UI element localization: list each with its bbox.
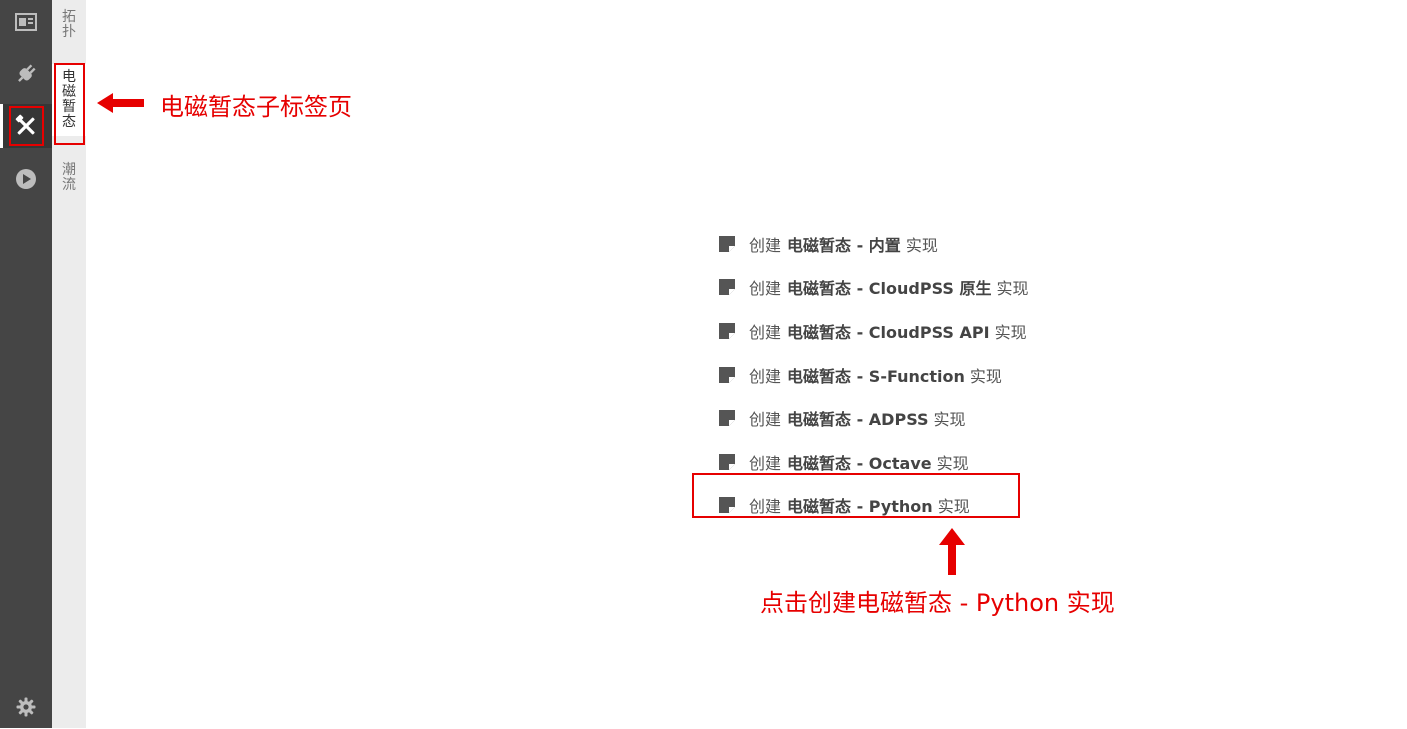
sidebar-plug-button[interactable] bbox=[0, 52, 52, 96]
play-icon bbox=[16, 169, 36, 189]
document-icon bbox=[719, 453, 735, 470]
subtab-char: 潮 bbox=[62, 162, 76, 178]
create-implementation-item[interactable]: 创建 电磁暂态 - S-Function 实现 bbox=[718, 353, 1029, 397]
create-implementation-item[interactable]: 创建 电磁暂态 - Octave 实现 bbox=[718, 440, 1029, 484]
layout-icon bbox=[15, 13, 37, 31]
subtab-char: 态 bbox=[62, 114, 76, 130]
action-name: 电磁暂态 - CloudPSS 原生 bbox=[787, 279, 992, 299]
document-icon bbox=[719, 279, 735, 296]
subtab-char: 暂 bbox=[62, 99, 76, 115]
annotation-up-arrow bbox=[939, 528, 965, 575]
subtab-topology[interactable]: 拓扑 bbox=[52, 10, 86, 40]
plug-icon bbox=[18, 64, 36, 82]
subtab-char: 拓 bbox=[62, 9, 76, 25]
action-prefix: 创建 bbox=[749, 322, 782, 342]
action-name: 电磁暂态 - Octave bbox=[787, 453, 932, 473]
tools-icon bbox=[15, 114, 35, 135]
action-suffix: 实现 bbox=[905, 235, 938, 255]
icon-sidebar bbox=[0, 0, 52, 728]
action-prefix: 创建 bbox=[749, 366, 782, 386]
action-prefix: 创建 bbox=[749, 279, 782, 299]
action-name: 电磁暂态 - CloudPSS API bbox=[787, 322, 990, 342]
action-suffix: 实现 bbox=[969, 366, 1002, 386]
document-icon bbox=[719, 410, 735, 427]
sidebar-tools-button[interactable] bbox=[0, 104, 52, 148]
action-suffix: 实现 bbox=[933, 410, 966, 430]
subtab-char: 磁 bbox=[62, 84, 76, 100]
sidebar-run-button[interactable] bbox=[0, 157, 52, 201]
action-name: 电磁暂态 - S-Function bbox=[787, 366, 965, 386]
action-suffix: 实现 bbox=[996, 279, 1029, 299]
document-icon bbox=[719, 235, 735, 252]
document-icon bbox=[719, 366, 735, 383]
action-name: 电磁暂态 - ADPSS bbox=[787, 410, 929, 430]
action-prefix: 创建 bbox=[749, 497, 782, 517]
action-suffix: 实现 bbox=[994, 322, 1027, 342]
subtab-column: 拓扑 电磁暂态 潮流 bbox=[52, 0, 86, 728]
gear-icon bbox=[16, 697, 36, 717]
action-name: 电磁暂态 - 内置 bbox=[787, 235, 901, 255]
create-implementation-item[interactable]: 创建 电磁暂态 - 内置 实现 bbox=[718, 222, 1029, 266]
sidebar-settings-button[interactable] bbox=[0, 685, 52, 729]
sidebar-layout-button[interactable] bbox=[0, 0, 52, 44]
annotation-action-text: 点击创建电磁暂态 - Python 实现 bbox=[760, 589, 1115, 617]
action-name: 电磁暂态 - Python bbox=[787, 497, 933, 517]
subtab-char: 扑 bbox=[62, 24, 76, 40]
subtab-powerflow[interactable]: 潮流 bbox=[52, 163, 86, 193]
subtab-char: 电 bbox=[62, 69, 76, 85]
action-prefix: 创建 bbox=[749, 410, 782, 430]
action-suffix: 实现 bbox=[937, 497, 970, 517]
document-icon bbox=[719, 322, 735, 339]
create-implementation-item[interactable]: 创建 电磁暂态 - ADPSS 实现 bbox=[718, 396, 1029, 440]
create-implementation-item[interactable]: 创建 电磁暂态 - CloudPSS API 实现 bbox=[718, 309, 1029, 353]
create-implementation-item[interactable]: 创建 电磁暂态 - CloudPSS 原生 实现 bbox=[718, 266, 1029, 310]
action-prefix: 创建 bbox=[749, 235, 782, 255]
create-implementation-item[interactable]: 创建 电磁暂态 - Python 实现 bbox=[718, 484, 1029, 528]
annotation-subtab-text: 电磁暂态子标签页 bbox=[160, 93, 352, 121]
action-suffix: 实现 bbox=[936, 453, 969, 473]
action-prefix: 创建 bbox=[749, 453, 782, 473]
subtab-emt[interactable]: 电磁暂态 bbox=[52, 64, 86, 136]
subtab-char: 流 bbox=[62, 177, 76, 193]
create-implementation-list: 创建 电磁暂态 - 内置 实现 创建 电磁暂态 - CloudPSS 原生 实现 创建 电磁暂… bbox=[718, 222, 1029, 527]
document-icon bbox=[719, 497, 735, 514]
annotation-left-arrow bbox=[97, 93, 144, 113]
